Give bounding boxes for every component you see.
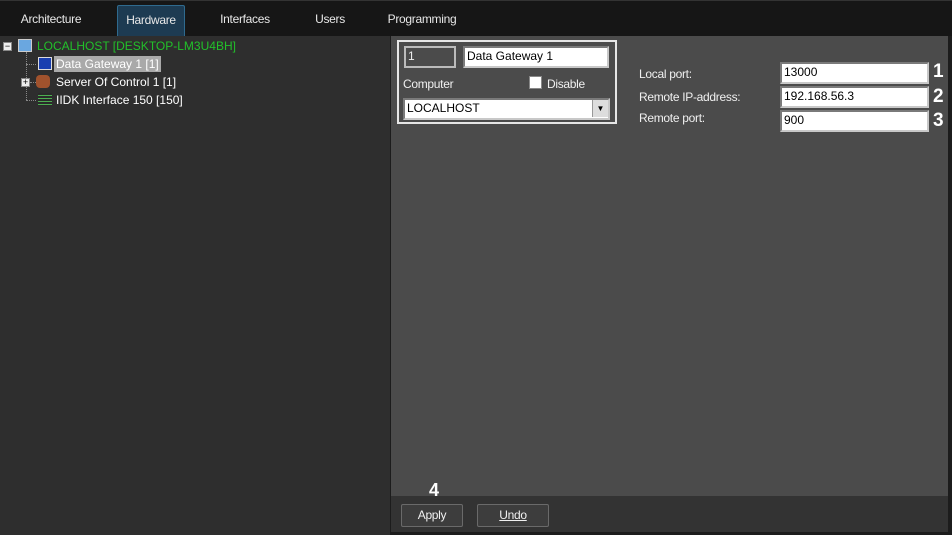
gateway-icon [38, 57, 52, 70]
settings-panel: 1 Data Gateway 1 Computer Disable LOCALH… [391, 36, 948, 500]
tab-hardware[interactable]: Hardware [117, 5, 185, 37]
undo-button[interactable]: Undo [477, 504, 549, 527]
tree-node-localhost[interactable]: LOCALHOST [DESKTOP-LM3U4BH] [37, 38, 236, 54]
computer-select-value: LOCALHOST [407, 101, 480, 115]
local-port-label: Local port: [639, 67, 692, 81]
object-id-field[interactable]: 1 [404, 46, 456, 68]
remote-port-label: Remote port: [639, 111, 705, 125]
computer-icon [18, 39, 32, 52]
remote-port-field[interactable]: 900 [780, 110, 929, 132]
tab-bar: Architecture Hardware Interfaces Users P… [0, 0, 952, 37]
object-name-field[interactable]: Data Gateway 1 [463, 46, 609, 68]
tree-node-iidk-interface[interactable]: IIDK Interface 150 [150] [56, 92, 183, 108]
tree-node-server-of-control[interactable]: Server Of Control 1 [1] [56, 74, 176, 90]
tab-users[interactable]: Users [300, 5, 360, 37]
computer-select[interactable]: LOCALHOST ▼ [403, 98, 610, 120]
collapse-icon[interactable]: − [3, 42, 12, 51]
apply-button[interactable]: Apply [401, 504, 463, 527]
disable-label: Disable [547, 77, 585, 91]
disable-checkbox[interactable] [529, 76, 542, 89]
tab-programming[interactable]: Programming [382, 5, 462, 37]
object-group: 1 Data Gateway 1 Computer Disable LOCALH… [397, 40, 617, 124]
remote-ip-label: Remote IP-address: [639, 90, 741, 104]
callout-1: 1 [933, 61, 944, 82]
computer-label: Computer [403, 77, 454, 91]
iidk-icon [38, 93, 52, 106]
expand-icon[interactable]: + [21, 78, 30, 87]
footer-bar: Apply Undo [391, 496, 948, 532]
server-icon [36, 75, 50, 88]
tab-interfaces[interactable]: Interfaces [210, 5, 280, 37]
callout-3: 3 [933, 110, 944, 131]
hardware-tree: − LOCALHOST [DESKTOP-LM3U4BH] Data Gatew… [0, 36, 390, 535]
tab-architecture[interactable]: Architecture [10, 5, 92, 37]
tree-node-data-gateway[interactable]: Data Gateway 1 [1] [54, 56, 161, 72]
remote-ip-field[interactable]: 192.168.56.3 [780, 86, 929, 108]
local-port-field[interactable]: 13000 [780, 62, 929, 84]
chevron-down-icon[interactable]: ▼ [592, 100, 608, 117]
callout-2: 2 [933, 86, 944, 107]
